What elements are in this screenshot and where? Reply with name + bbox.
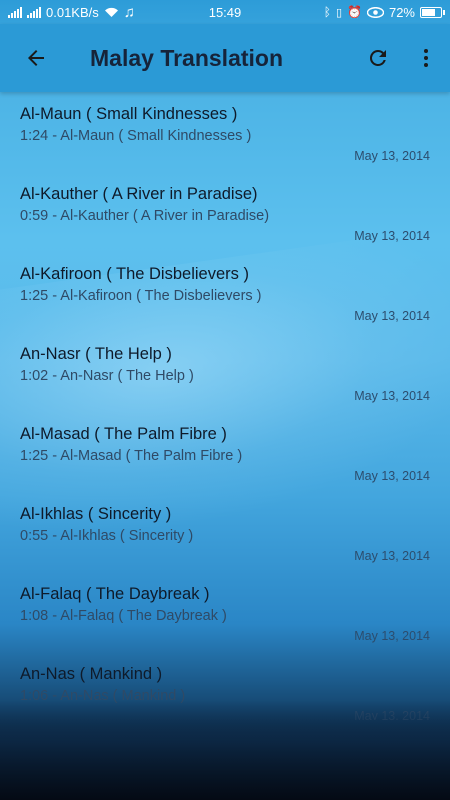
eye-icon [366,6,384,18]
list-item[interactable]: An-Nas ( Mankind ) 1:06 - An-Nas ( Manki… [0,652,450,720]
alarm-icon: ⏰ [347,5,362,19]
battery-icon [420,6,445,18]
item-subtitle: 0:55 - Al-Ikhlas ( Sincerity ) [20,528,194,544]
item-date: May 13, 2014 [354,149,430,163]
item-title: Al-Falaq ( The Daybreak ) [20,585,210,603]
refresh-icon [369,49,386,66]
battery-percent: 72% [388,4,415,20]
clock: 15:49 [208,4,242,20]
item-title: Al-Masad ( The Palm Fibre ) [20,425,227,443]
signal-icon-2 [27,6,41,18]
track-list: Al-Maun ( Small Kindnesses ) 1:24 - Al-M… [0,92,450,720]
list-item[interactable]: Al-Ikhlas ( Sincerity ) 0:55 - Al-Ikhlas… [0,492,450,572]
item-title: An-Nasr ( The Help ) [20,345,172,363]
item-subtitle: 1:25 - Al-Masad ( The Palm Fibre ) [20,448,243,464]
overflow-menu-button[interactable] [402,24,450,92]
status-left: 0.01KB/s ♫ [8,4,158,21]
item-date: May 13, 2014 [354,229,430,243]
item-date: May 13, 2014 [354,389,430,403]
list-item[interactable]: Al-Masad ( The Palm Fibre ) 1:25 - Al-Ma… [0,412,450,492]
list-item[interactable]: Al-Falaq ( The Daybreak ) 1:08 - Al-Fala… [0,572,450,652]
signal-icon [8,6,22,18]
item-title: Al-Kauther ( A River in Paradise) [20,185,258,203]
list-item[interactable]: An-Nasr ( The Help ) 1:02 - An-Nasr ( Th… [0,332,450,412]
item-subtitle: 1:24 - Al-Maun ( Small Kindnesses ) [20,128,252,144]
list-item[interactable]: Al-Maun ( Small Kindnesses ) 1:24 - Al-M… [0,92,450,172]
item-title: Al-Ikhlas ( Sincerity ) [20,505,172,523]
item-subtitle: 0:59 - Al-Kauther ( A River in Paradise) [20,208,270,224]
list-item[interactable]: Al-Kauther ( A River in Paradise) 0:59 -… [0,172,450,252]
app-bar: Malay Translation [0,24,450,92]
bluetooth-icon: ᛒ [323,5,331,19]
item-date: May 13, 2014 [354,709,430,720]
item-subtitle: 1:25 - Al-Kafiroon ( The Disbelievers ) [20,288,262,304]
item-date: May 13, 2014 [354,629,430,643]
network-speed: 0.01KB/s [46,4,99,20]
arrow-back-icon [28,50,44,66]
item-date: May 13, 2014 [354,309,430,323]
item-subtitle: 1:08 - Al-Falaq ( The Daybreak ) [20,608,227,624]
item-title: Al-Kafiroon ( The Disbelievers ) [20,265,249,283]
refresh-button[interactable] [354,24,402,92]
music-note-icon: ♫ [123,3,136,21]
page-title: Malay Translation [90,44,284,71]
item-subtitle: 1:06 - An-Nas ( Mankind ) [20,688,186,704]
item-date: May 13, 2014 [354,549,430,563]
status-right: ᛒ ▯ ⏰ 72% [292,4,445,20]
item-subtitle: 1:02 - An-Nasr ( The Help ) [20,368,194,384]
item-date: May 13, 2014 [354,469,430,483]
list-item[interactable]: Al-Kafiroon ( The Disbelievers ) 1:25 - … [0,252,450,332]
item-title: An-Nas ( Mankind ) [20,665,163,683]
wifi-icon [104,7,118,17]
status-bar: 0.01KB/s ♫ 15:49 ᛒ ▯ ⏰ 72% [0,0,450,24]
vibrate-icon: ▯ [335,6,343,19]
back-button[interactable] [0,24,72,92]
item-title: Al-Maun ( Small Kindnesses ) [20,105,238,123]
more-vert-icon [424,49,428,67]
